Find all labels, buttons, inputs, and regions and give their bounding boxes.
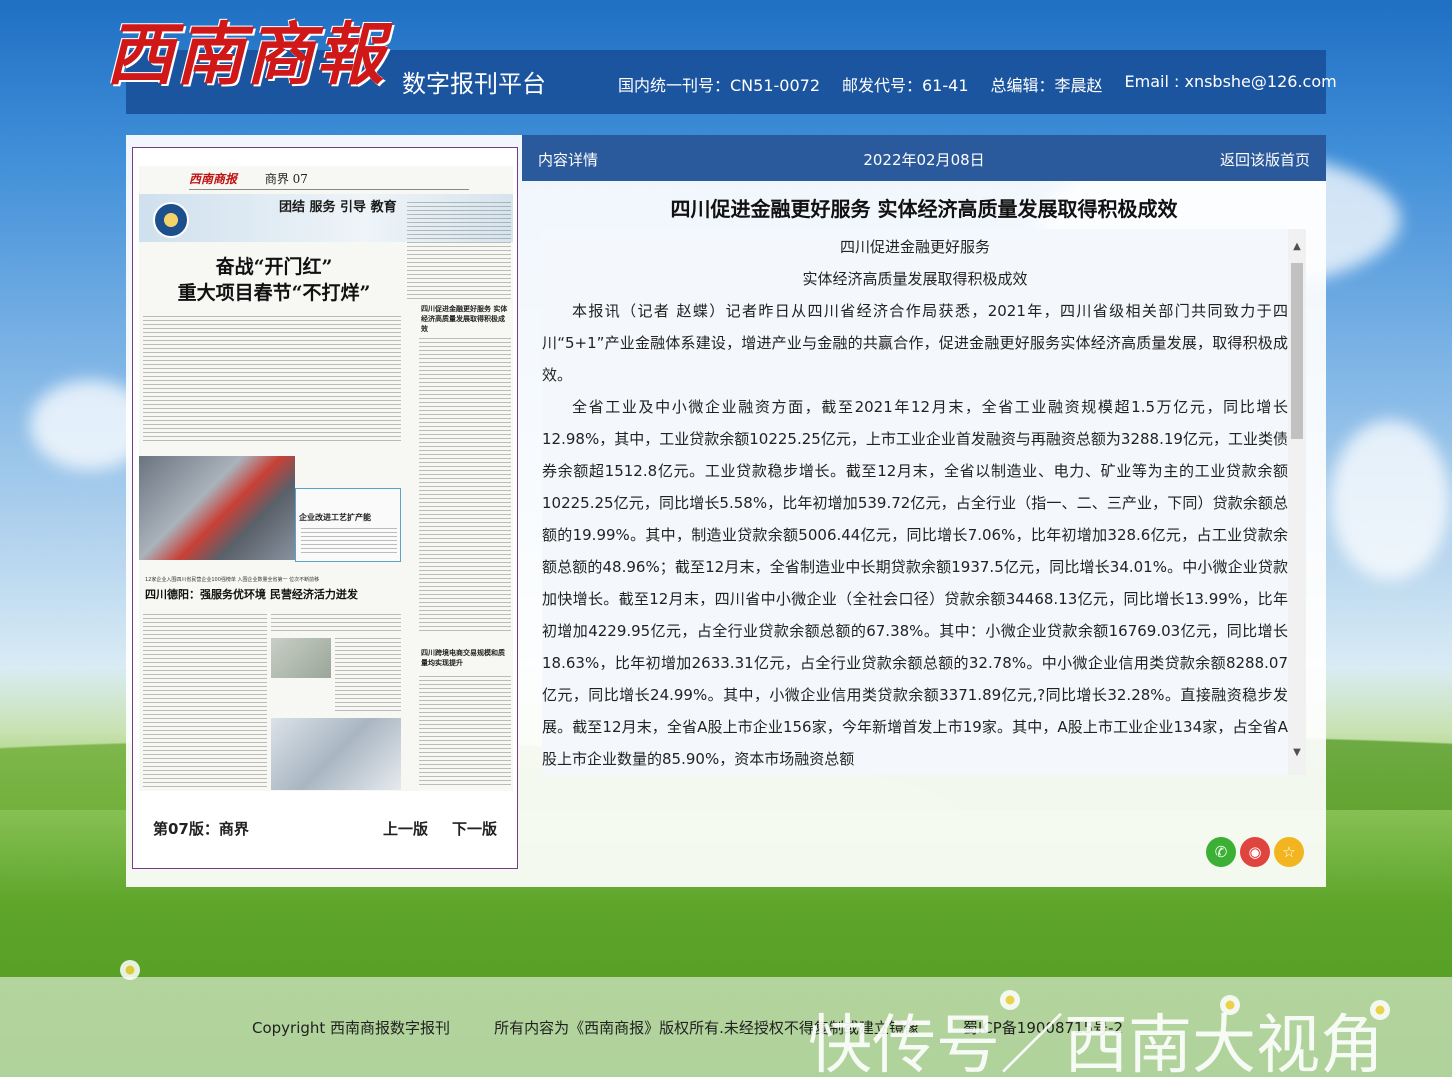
header-info: 国内统一刊号：CN51-0072 邮发代号：61-41 总编辑：李晨赵 Emai…	[618, 72, 1337, 96]
article-content-box[interactable]: 四川促进金融更好服务 实体经济高质量发展取得积极成效 本报讯（记者 赵蝶）记者昨…	[542, 229, 1306, 775]
paper-headline-line2: 重大项目春节“不打烊”	[177, 282, 371, 304]
article-paragraph: 本报讯（记者 赵蝶）记者昨日从四川省经济合作局获悉，2021年，四川省级相关部门…	[542, 302, 1288, 384]
emblem-icon	[153, 202, 189, 238]
contact-email[interactable]: Email : xnsbshe@126.com	[1125, 72, 1337, 96]
factory-photo[interactable]	[139, 456, 295, 560]
paper-box-title[interactable]: 企业改进工艺扩产能	[299, 512, 371, 523]
star-icon[interactable]: ☆	[1274, 837, 1304, 867]
wechat-share-icon[interactable]: ✆	[1206, 837, 1236, 867]
watermark-text: 快传号／西南大视角	[808, 1009, 1384, 1077]
paper-text-block	[407, 202, 511, 302]
paper-headline-line1: 奋战“开门红”	[215, 256, 333, 278]
sky-cloud	[1330, 420, 1450, 580]
next-edition-link[interactable]: 下一版	[452, 818, 497, 839]
newspaper-page-image[interactable]: 西南商报 商界 07 团结 服务 引导 教育 奋战“开门红” 重大项目春节“不打…	[139, 166, 513, 791]
paper-text-block	[419, 338, 511, 634]
detail-label: 内容详情	[538, 151, 599, 169]
back-to-edition-link[interactable]: 返回该版首页	[1220, 149, 1310, 170]
article-scrollbar[interactable]: ▲ ▼	[1288, 229, 1306, 775]
article-title: 四川促进金融更好服务 实体经济高质量发展取得积极成效	[670, 197, 1178, 221]
daisy-decoration	[120, 960, 140, 980]
paper-slogan: 团结 服务 引导 教育	[279, 200, 397, 215]
paper-headline[interactable]: 奋战“开门红” 重大项目春节“不打烊”	[149, 254, 399, 306]
paper-text-block	[301, 528, 397, 556]
paper-side-title-2[interactable]: 四川跨境电商交易规模和质量均实现提升	[421, 648, 511, 668]
issn-number: 国内统一刊号：CN51-0072	[618, 76, 820, 95]
paper-text-block	[271, 614, 401, 634]
article-subtitle-2: 实体经济高质量发展取得积极成效	[802, 270, 1028, 288]
newspaper-page-preview: 西南商报 商界 07 团结 服务 引导 教育 奋战“开门红” 重大项目春节“不打…	[132, 147, 518, 869]
paper-side-title[interactable]: 四川促进金融更好服务 实体经济高质量发展取得积极成效	[421, 304, 511, 334]
scroll-down-icon[interactable]: ▼	[1291, 747, 1303, 759]
edition-label: 第07版：商界	[153, 820, 249, 838]
paper-subtitle-small: 12家企业入围四川省民营企业100强榜单 入围企业数量全省第一 位次不断前移	[145, 577, 320, 583]
paper-text-block	[419, 676, 511, 788]
paper-section: 商界 07	[264, 172, 308, 186]
chief-editor: 总编辑：李晨赵	[990, 76, 1103, 95]
issue-date: 2022年02月08日	[863, 151, 985, 169]
paper-text-block	[335, 638, 401, 714]
article-paragraph: 全省工业及中小微企业融资方面，截至2021年12月末，全省工业融资规模超1.5万…	[542, 398, 1288, 768]
scroll-up-icon[interactable]: ▲	[1291, 241, 1303, 253]
article-body: 四川促进金融更好服务 实体经济高质量发展取得积极成效 本报讯（记者 赵蝶）记者昨…	[542, 229, 1288, 775]
paper-masthead: 西南商报 商界 07	[189, 170, 469, 190]
scrollbar-thumb[interactable]	[1291, 263, 1303, 439]
postal-code: 邮发代号：61-41	[842, 76, 969, 95]
footer-copyright: Copyright 西南商报数字报刊	[252, 1019, 451, 1037]
paper-navigation: 第07版：商界 上一版 下一版	[153, 818, 497, 839]
site-logo[interactable]: 西南商報	[106, 10, 386, 100]
prev-edition-link[interactable]: 上一版	[383, 818, 428, 839]
weibo-share-icon[interactable]: ◉	[1240, 837, 1270, 867]
article-subtitle-1: 四川促进金融更好服务	[839, 238, 990, 256]
logistics-photo[interactable]	[271, 718, 401, 790]
detail-header-bar: 2022年02月08日 内容详情 返回该版首页	[522, 135, 1326, 181]
platform-title: 数字报刊平台	[402, 70, 546, 98]
paper-text-block	[143, 316, 401, 442]
main-panel: 西南商报 商界 07 团结 服务 引导 教育 奋战“开门红” 重大项目春节“不打…	[126, 135, 1326, 887]
paper-mini-logo: 西南商报	[189, 172, 238, 186]
paper-text-block	[143, 614, 267, 790]
paper-photo-small	[271, 638, 331, 678]
paper-subheadline[interactable]: 四川德阳：强服务优环境 民营经济活力迸发	[145, 586, 405, 602]
